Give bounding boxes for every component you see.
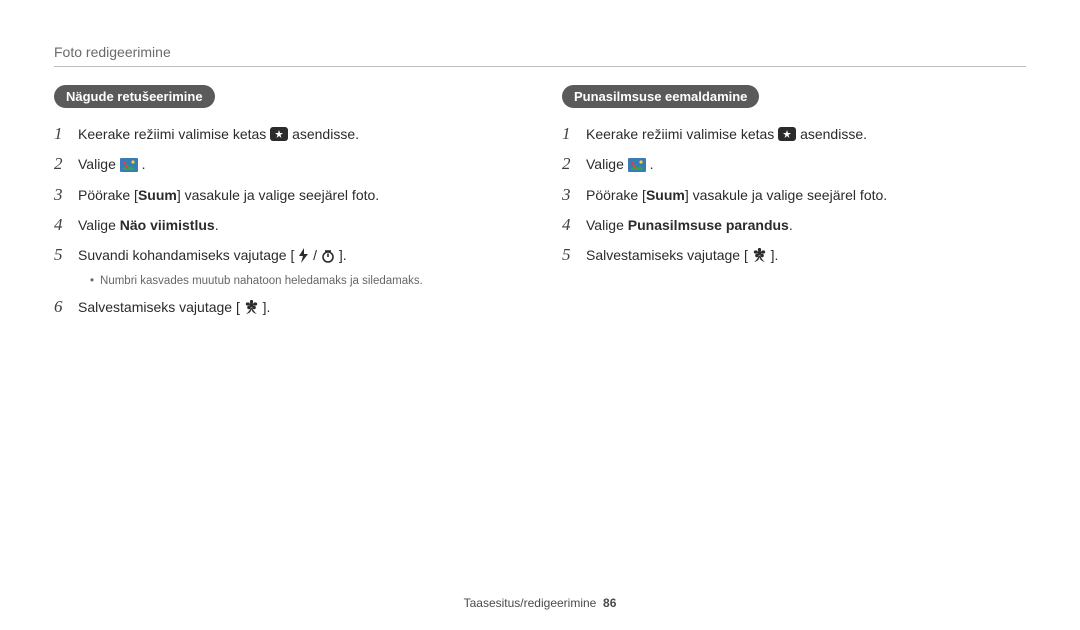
footer-page-number: 86: [603, 596, 616, 610]
step-text: Keerake režiimi valimise ketas asendisse…: [78, 124, 359, 144]
step-text: Keerake režiimi valimise ketas asendisse…: [586, 124, 867, 144]
self-timer-icon: [321, 249, 335, 263]
step-text: Salvestamiseks vajutage [ ].: [78, 297, 270, 317]
left-column: Nägude retušeerimine 1 Keerake režiimi v…: [54, 85, 518, 328]
step-text: Valige Punasilmsuse parandus.: [586, 215, 793, 235]
mode-dial-magic-icon: [270, 126, 288, 142]
step-text: Valige .: [78, 154, 146, 174]
step-number: 3: [562, 185, 586, 205]
step-number: 2: [562, 154, 586, 174]
step-item: 4 Valige Punasilmsuse parandus.: [562, 215, 1026, 235]
steps-list-left-cont: 6 Salvestamiseks vajutage [ ].: [54, 297, 518, 317]
step-item: 4 Valige Näo viimistlus.: [54, 215, 518, 235]
step-item: 5 Salvestamiseks vajutage [ ].: [562, 245, 1026, 265]
macro-flower-icon: [244, 300, 259, 315]
step-number: 2: [54, 154, 78, 174]
bullet-icon: [90, 275, 94, 287]
step-number: 4: [54, 215, 78, 235]
step-number: 6: [54, 297, 78, 317]
step-text: Pöörake [Suum] vasakule ja valige seejär…: [78, 185, 379, 205]
page-header: Foto redigeerimine: [54, 44, 1026, 60]
step-item: 2 Valige .: [54, 154, 518, 174]
step-text: Suvandi kohandamiseks vajutage [ / ].: [78, 245, 347, 265]
steps-list-right: 1 Keerake režiimi valimise ketas asendis…: [562, 124, 1026, 265]
step-number: 1: [562, 124, 586, 144]
edit-photo-icon: [628, 158, 646, 172]
step-item: 6 Salvestamiseks vajutage [ ].: [54, 297, 518, 317]
step-text: Valige Näo viimistlus.: [78, 215, 219, 235]
step-item: 3 Pöörake [Suum] vasakule ja valige seej…: [562, 185, 1026, 205]
edit-photo-icon: [120, 158, 138, 172]
steps-list-left: 1 Keerake režiimi valimise ketas asendis…: [54, 124, 518, 265]
step-number: 1: [54, 124, 78, 144]
step-item: 5 Suvandi kohandamiseks vajutage [ / ].: [54, 245, 518, 265]
step-note: Numbri kasvades muutub nahatoon heledama…: [90, 275, 518, 287]
step-text: Valige .: [586, 154, 654, 174]
macro-flower-icon: [752, 248, 767, 263]
step-item: 2 Valige .: [562, 154, 1026, 174]
step-number: 5: [562, 245, 586, 265]
step-text: Salvestamiseks vajutage [ ].: [586, 245, 778, 265]
page-footer: Taasesitus/redigeerimine 86: [0, 596, 1080, 610]
step-item: 1 Keerake režiimi valimise ketas asendis…: [562, 124, 1026, 144]
step-number: 3: [54, 185, 78, 205]
section-pill-face-retouch: Nägude retušeerimine: [54, 85, 215, 108]
right-column: Punasilmsuse eemaldamine 1 Keerake režii…: [562, 85, 1026, 328]
section-pill-red-eye: Punasilmsuse eemaldamine: [562, 85, 759, 108]
step-number: 4: [562, 215, 586, 235]
step-note-text: Numbri kasvades muutub nahatoon heledama…: [100, 275, 423, 287]
mode-dial-magic-icon: [778, 126, 796, 142]
step-item: 3 Pöörake [Suum] vasakule ja valige seej…: [54, 185, 518, 205]
step-item: 1 Keerake režiimi valimise ketas asendis…: [54, 124, 518, 144]
header-rule: [54, 66, 1026, 67]
footer-section: Taasesitus/redigeerimine: [464, 596, 597, 610]
step-text: Pöörake [Suum] vasakule ja valige seejär…: [586, 185, 887, 205]
step-number: 5: [54, 245, 78, 265]
flash-icon: [298, 248, 309, 263]
